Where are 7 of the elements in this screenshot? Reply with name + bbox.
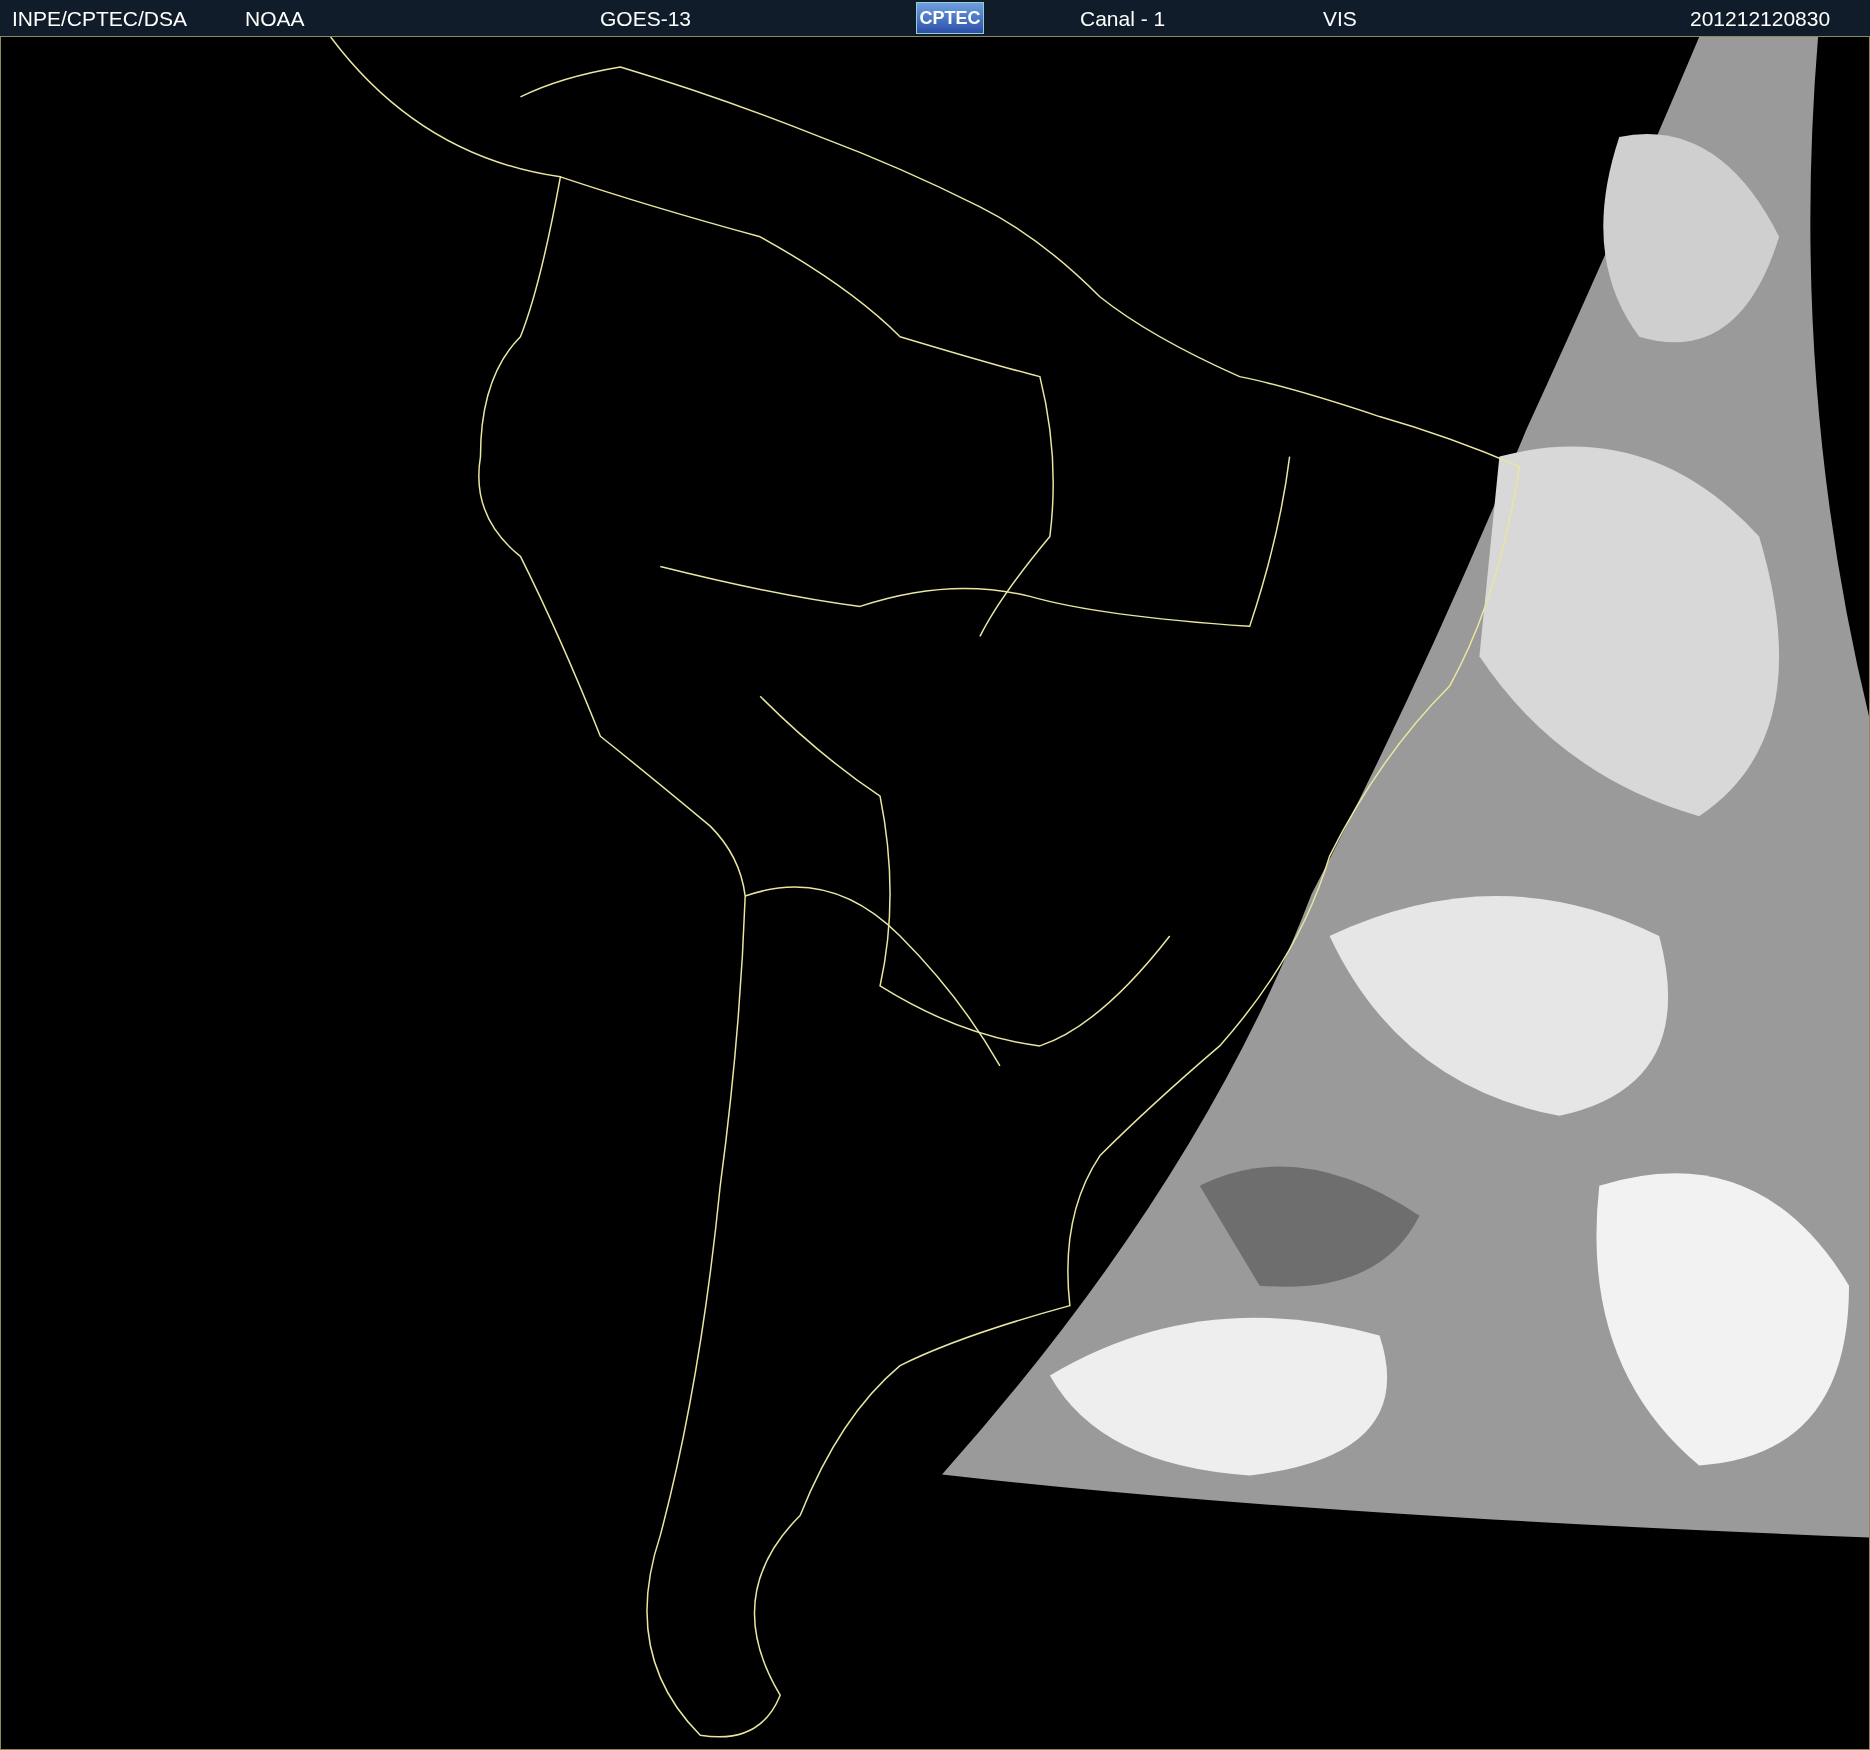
header-label: GOES-13 bbox=[600, 7, 692, 31]
logo-badge: CPTEC bbox=[916, 2, 984, 34]
header-label: INPE/CPTEC/DSA bbox=[12, 7, 188, 31]
header-label: Canal - 1 bbox=[1080, 7, 1166, 31]
header-label: 201212120830 bbox=[1690, 7, 1831, 31]
header-label: NOAA bbox=[245, 7, 305, 31]
header-label: VIS bbox=[1323, 7, 1357, 31]
